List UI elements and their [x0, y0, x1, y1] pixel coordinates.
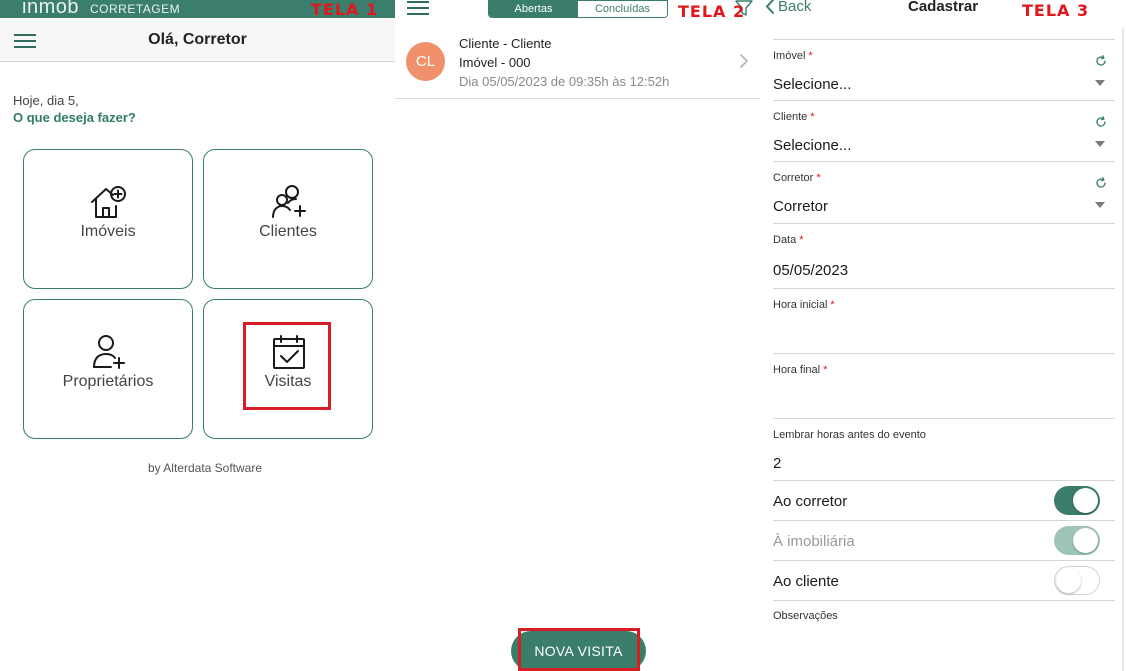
field-label: Cliente *: [773, 111, 815, 123]
imovel-select[interactable]: Imóvel * Selecione...: [773, 40, 1115, 101]
tela-3-annotation: TELA 3: [1022, 1, 1090, 20]
field-value: Selecione...: [773, 76, 852, 93]
tile-label: Imóveis: [80, 223, 136, 240]
user-plus-icon: [93, 335, 125, 369]
notify-broker-switch[interactable]: [1054, 486, 1100, 515]
status-segmented-control: Abertas Concluídas: [488, 0, 668, 18]
tab-abertas[interactable]: Abertas: [489, 1, 578, 17]
reminder-hours-field[interactable]: Lembrar horas antes do evento 2: [773, 419, 1115, 481]
brand-logo: inmob: [22, 0, 79, 18]
field-value: Corretor: [773, 198, 829, 215]
page-title: Cadastrar: [908, 0, 979, 15]
tab-concluidas[interactable]: Concluídas: [578, 1, 667, 17]
visit-list-item[interactable]: CL Cliente - Cliente Imóvel - 000 Dia 05…: [395, 26, 760, 99]
visit-datetime: Dia 05/05/2023 de 09:35h às 12:52h: [459, 74, 670, 89]
field-label: Data *: [773, 234, 804, 246]
visit-property: Imóvel - 000: [459, 55, 531, 70]
page-title: Olá, Corretor: [148, 31, 247, 48]
brand-subtitle: CORRETAGEM: [90, 2, 181, 16]
toggle-label: À imobiliária: [773, 533, 855, 550]
toggle-label: Ao corretor: [773, 493, 848, 510]
end-time-field[interactable]: Hora final *: [773, 354, 1115, 419]
house-plus-icon: [91, 186, 126, 218]
field-label: Imóvel *: [773, 50, 813, 62]
register-visit-screen: Back Cadastrar TELA 3 Imóvel * Selecione.…: [760, 0, 1126, 671]
highlight-visitas: [243, 322, 331, 410]
refresh-icon[interactable]: [1095, 177, 1107, 189]
tile-label: Proprietários: [62, 373, 154, 390]
start-time-field[interactable]: Hora inicial *: [773, 289, 1115, 354]
toggle-row-imobiliaria: À imobiliária: [773, 521, 1115, 561]
tela-1-annotation: TELA 1: [311, 0, 379, 19]
field-value: 2: [773, 455, 782, 472]
field-label: Corretor *: [773, 172, 821, 184]
greeting-text: Hoje, dia 5,: [13, 93, 79, 108]
scrollbar[interactable]: [1122, 28, 1124, 671]
chevron-right-icon: [740, 54, 749, 68]
toggle-label: Ao cliente: [773, 573, 839, 590]
corretor-select[interactable]: Corretor * Corretor: [773, 162, 1115, 224]
cliente-select[interactable]: Cliente * Selecione...: [773, 101, 1115, 162]
footer-credit: by Alterdata Software: [147, 461, 263, 475]
highlight-new-visit: [518, 628, 640, 671]
notify-agency-switch: [1054, 526, 1100, 555]
menu-icon[interactable]: [407, 1, 429, 15]
field-value: 05/05/2023: [773, 262, 849, 279]
visit-client: Cliente - Cliente: [459, 36, 552, 51]
field-label: Hora inicial *: [773, 299, 835, 311]
refresh-icon[interactable]: [1095, 116, 1107, 128]
back-button[interactable]: Back: [765, 0, 811, 15]
avatar: CL: [406, 42, 445, 81]
field-label: Lembrar horas antes do evento: [773, 429, 926, 441]
field-label: Hora final *: [773, 364, 828, 376]
toggle-row-cliente: Ao cliente: [773, 561, 1115, 601]
tile-label: Clientes: [259, 223, 317, 240]
visits-list-screen: Abertas Concluídas TELA 2 CL Cliente - C…: [395, 0, 760, 671]
field-value: Selecione...: [773, 137, 852, 154]
tile-proprietarios[interactable]: Proprietários: [23, 299, 193, 439]
tile-clientes[interactable]: Clientes: [203, 149, 373, 289]
chevron-left-icon: [765, 0, 774, 14]
home-screen: inmob CORRETAGEM TELA 1 Olá, Corretor Ho…: [0, 0, 395, 671]
tela-2-annotation: TELA 2: [678, 2, 746, 21]
chevron-down-icon: [1095, 80, 1105, 86]
notify-client-switch[interactable]: [1054, 566, 1100, 595]
users-plus-icon: [272, 185, 306, 218]
refresh-icon[interactable]: [1095, 55, 1107, 67]
nav-bar: Olá, Corretor: [0, 18, 395, 62]
observations-label: Observações: [773, 610, 838, 622]
date-field[interactable]: Data * 05/05/2023: [773, 224, 1115, 289]
chevron-down-icon: [1095, 202, 1105, 208]
question-text: O que deseja fazer?: [13, 110, 136, 125]
back-label: Back: [778, 0, 812, 15]
toggle-row-corretor: Ao corretor: [773, 481, 1115, 521]
chevron-down-icon: [1095, 141, 1105, 147]
tile-imoveis[interactable]: Imóveis: [23, 149, 193, 289]
